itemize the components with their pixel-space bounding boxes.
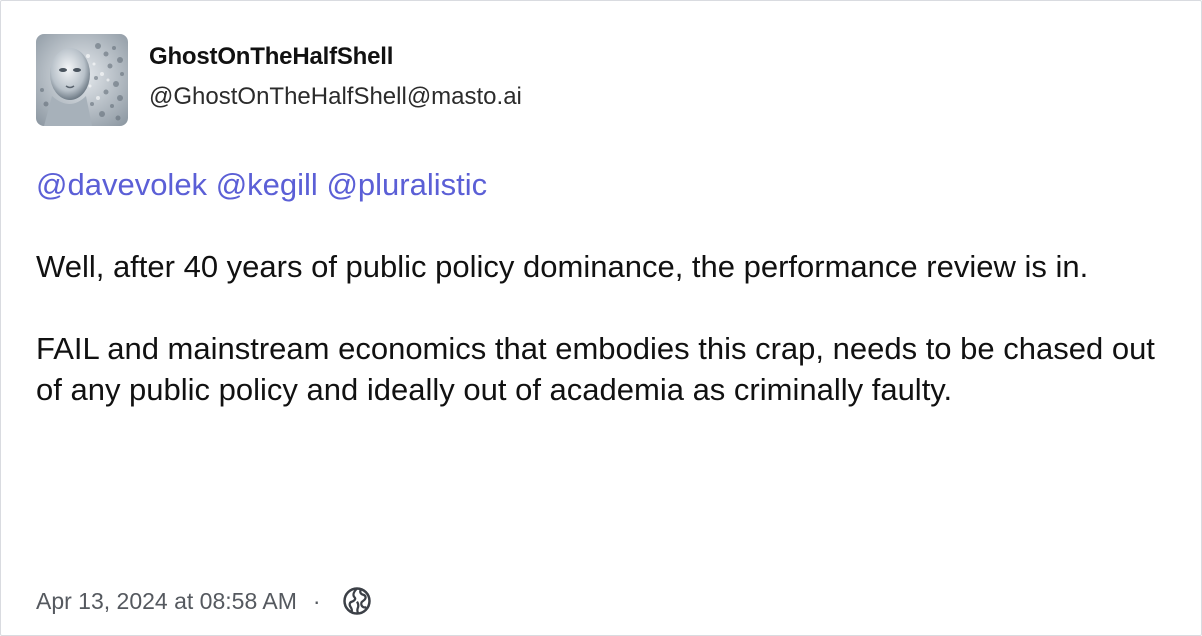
post-paragraph: FAIL and mainstream economics that embod… xyxy=(36,331,1155,407)
avatar[interactable] xyxy=(36,34,128,126)
post-content: @davevolek @kegill @pluralistic Well, af… xyxy=(36,164,1176,451)
avatar-image xyxy=(36,34,128,126)
post-timestamp[interactable]: Apr 13, 2024 at 08:58 AM xyxy=(36,588,297,615)
author-handle[interactable]: @GhostOnTheHalfShell@masto.ai xyxy=(149,82,522,112)
globe-icon xyxy=(342,586,372,616)
author-display-name[interactable]: GhostOnTheHalfShell xyxy=(149,42,522,72)
mention-link-kegill[interactable]: @kegill xyxy=(216,167,318,202)
mention-link-pluralistic[interactable]: @pluralistic xyxy=(326,167,487,202)
post-card: GhostOnTheHalfShell @GhostOnTheHalfShell… xyxy=(0,0,1202,636)
author-names: GhostOnTheHalfShell @GhostOnTheHalfShell… xyxy=(149,34,522,112)
post-header: GhostOnTheHalfShell @GhostOnTheHalfShell… xyxy=(36,34,522,126)
post-paragraph: Well, after 40 years of public policy do… xyxy=(36,249,1089,284)
mentions-line: @davevolek @kegill @pluralistic xyxy=(36,164,1176,205)
mention-link-davevolek[interactable]: @davevolek xyxy=(36,167,207,202)
meta-separator: · xyxy=(312,587,321,614)
post-footer: Apr 13, 2024 at 08:58 AM · xyxy=(36,586,372,616)
